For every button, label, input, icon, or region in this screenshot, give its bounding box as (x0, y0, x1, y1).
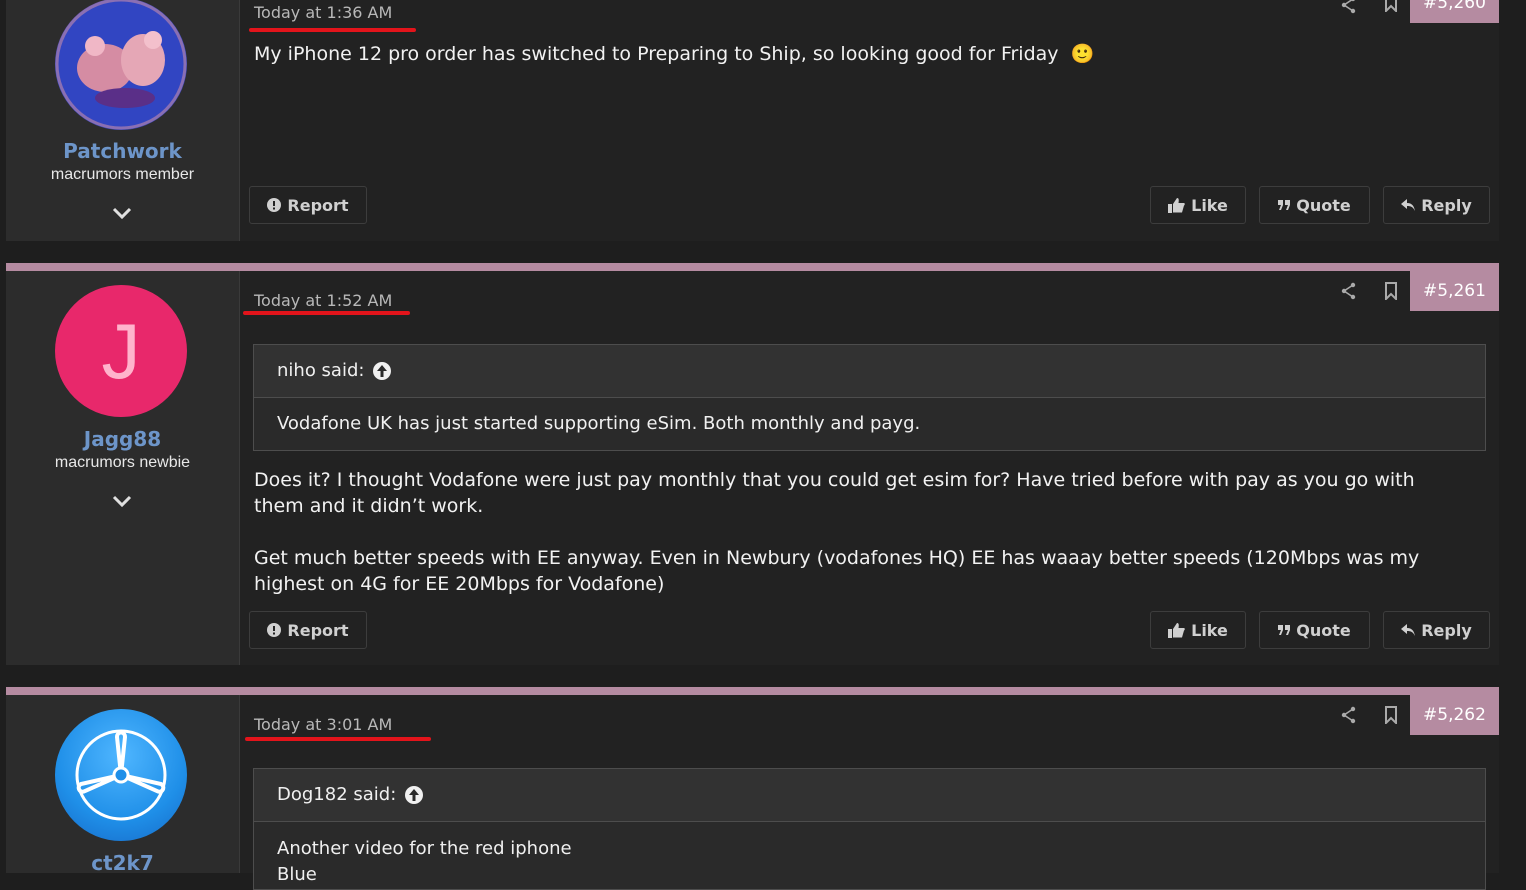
post-timestamp[interactable]: Today at 1:36 AM (254, 3, 392, 22)
share-icon[interactable] (1340, 706, 1358, 724)
quote-button[interactable]: Quote (1259, 611, 1370, 649)
alert-icon (267, 198, 282, 212)
propeller-logo-icon (75, 729, 167, 821)
quote-label: Quote (1296, 620, 1351, 640)
bookmark-icon[interactable] (1382, 0, 1400, 12)
report-button[interactable]: Report (249, 611, 367, 649)
quote-icon (1278, 200, 1291, 210)
quote-text: Another video for the red iphone (277, 838, 572, 859)
post-message: My iPhone 12 pro order has switched to P… (254, 41, 1094, 67)
reply-label: Reply (1421, 195, 1472, 215)
thumbs-up-icon (1168, 197, 1185, 213)
username[interactable]: Jagg88 (6, 427, 239, 451)
user-column: Patchwork macrumors member (6, 0, 240, 241)
share-icon[interactable] (1340, 0, 1358, 14)
report-label: Report (287, 195, 349, 215)
post-timestamp[interactable]: Today at 3:01 AM (254, 715, 392, 734)
post-number[interactable]: #5,262 (1410, 695, 1499, 735)
post-5262: ct2k7 Today at 3:01 AM #5,262 Dog182 sai… (6, 695, 1499, 890)
bookmark-icon[interactable] (1382, 282, 1400, 300)
reply-button[interactable]: Reply (1383, 611, 1490, 649)
post-timestamp[interactable]: Today at 1:52 AM (254, 291, 392, 310)
chevron-down-icon[interactable] (110, 205, 134, 223)
post-paragraph: Get much better speeds with EE anyway. E… (254, 547, 1420, 595)
post-number[interactable]: #5,260 (1410, 0, 1499, 23)
quote-button[interactable]: Quote (1259, 186, 1370, 224)
smile-emoji-icon: 🙂 (1070, 43, 1095, 65)
post-paragraph: Does it? I thought Vodafone were just pa… (254, 469, 1415, 517)
post-5260: Patchwork macrumors member Today at 1:36… (6, 0, 1499, 241)
reply-label: Reply (1421, 620, 1472, 640)
post-number[interactable]: #5,261 (1410, 271, 1499, 311)
user-column: J Jagg88 macrumors newbie (6, 271, 240, 665)
quote-author[interactable]: Dog182 said: (277, 769, 396, 821)
arrow-up-circle-icon[interactable] (372, 361, 392, 381)
chevron-down-icon[interactable] (110, 493, 134, 511)
reply-arrow-icon (1401, 199, 1416, 211)
quote-header[interactable]: niho said: (254, 345, 1485, 398)
user-title: macrumors member (50, 166, 195, 183)
avatar[interactable]: J (55, 285, 187, 417)
alert-icon (267, 623, 282, 637)
username[interactable]: Patchwork (6, 139, 239, 163)
like-label: Like (1191, 195, 1228, 215)
share-icon[interactable] (1340, 282, 1358, 300)
report-label: Report (287, 620, 349, 640)
user-title: macrumors newbie (54, 454, 191, 471)
like-label: Like (1191, 620, 1228, 640)
avatar[interactable] (55, 0, 187, 130)
quote-header[interactable]: Dog182 said: (254, 769, 1485, 822)
quote-text-line2: Blue (277, 864, 317, 885)
message-text: My iPhone 12 pro order has switched to P… (254, 43, 1059, 65)
avatar-letter: J (101, 306, 141, 395)
post-5261: J Jagg88 macrumors newbie Today at 1:52 … (6, 271, 1499, 665)
avatar-image (55, 0, 187, 130)
thumbs-up-icon (1168, 622, 1185, 638)
post-divider (6, 687, 1499, 695)
quote-block: niho said: Vodafone UK has just started … (253, 344, 1486, 451)
quote-author[interactable]: niho said: (277, 345, 364, 397)
reply-arrow-icon (1401, 624, 1416, 636)
quote-icon (1278, 625, 1291, 635)
quote-label: Quote (1296, 195, 1351, 215)
quote-block: Dog182 said: Another video for the red i… (253, 768, 1486, 890)
red-underline (249, 28, 416, 32)
red-underline (245, 737, 431, 741)
like-button[interactable]: Like (1150, 186, 1246, 224)
quote-text: Vodafone UK has just started supporting … (277, 413, 921, 434)
like-button[interactable]: Like (1150, 611, 1246, 649)
report-button[interactable]: Report (249, 186, 367, 224)
user-column: ct2k7 (6, 695, 240, 875)
red-underline (243, 311, 410, 315)
arrow-up-circle-icon[interactable] (404, 785, 424, 805)
post-divider (6, 263, 1499, 271)
avatar[interactable] (55, 709, 187, 841)
reply-button[interactable]: Reply (1383, 186, 1490, 224)
bookmark-icon[interactable] (1382, 706, 1400, 724)
username[interactable]: ct2k7 (6, 851, 239, 875)
